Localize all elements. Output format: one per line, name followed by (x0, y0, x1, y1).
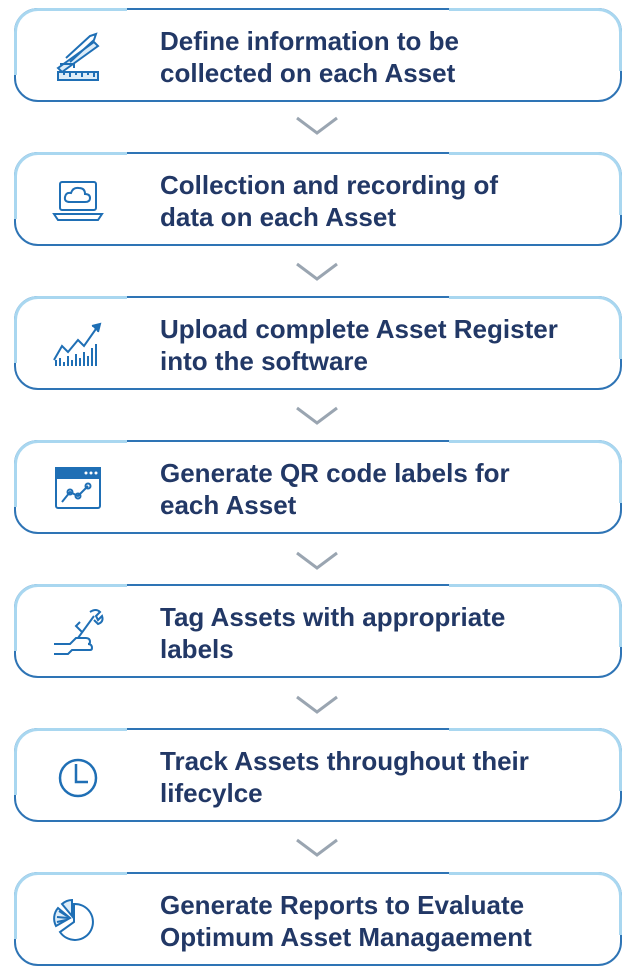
step-7-label: Generate Reports to Evaluate Optimum Ass… (160, 890, 532, 952)
step-4-label: Generate QR code labels for each Asset (160, 458, 510, 520)
chevron-down-icon (294, 261, 340, 283)
step-2-label: Collection and recording of data on each… (160, 170, 499, 232)
pie-chart-icon (50, 892, 106, 948)
step-6-label: Track Assets throughout their lifecylce (160, 746, 529, 808)
browser-graph-icon (50, 460, 106, 516)
flow-step-3: Upload complete Asset Register into the … (14, 296, 622, 390)
chevron-down-icon (294, 694, 340, 716)
flow-step-2: Collection and recording of data on each… (14, 152, 622, 246)
chevron-down-icon (294, 837, 340, 859)
flow-step-1: Define information to be collected on ea… (14, 8, 622, 102)
growth-chart-icon (50, 316, 106, 372)
flow-step-7: Generate Reports to Evaluate Optimum Ass… (14, 872, 622, 966)
chevron-down-icon (294, 550, 340, 572)
hand-wrench-icon (50, 604, 106, 660)
ruler-pencil-icon (50, 28, 106, 84)
laptop-cloud-icon (50, 172, 106, 228)
flow-step-5: Tag Assets with appropriate labels (14, 584, 622, 678)
clock-icon (50, 748, 106, 804)
step-5-label: Tag Assets with appropriate labels (160, 602, 506, 664)
flow-step-6: Track Assets throughout their lifecylce (14, 728, 622, 822)
chevron-down-icon (294, 115, 340, 137)
flow-step-4: Generate QR code labels for each Asset (14, 440, 622, 534)
chevron-down-icon (294, 405, 340, 427)
step-3-label: Upload complete Asset Register into the … (160, 314, 558, 376)
step-1-label: Define information to be collected on ea… (160, 26, 459, 88)
